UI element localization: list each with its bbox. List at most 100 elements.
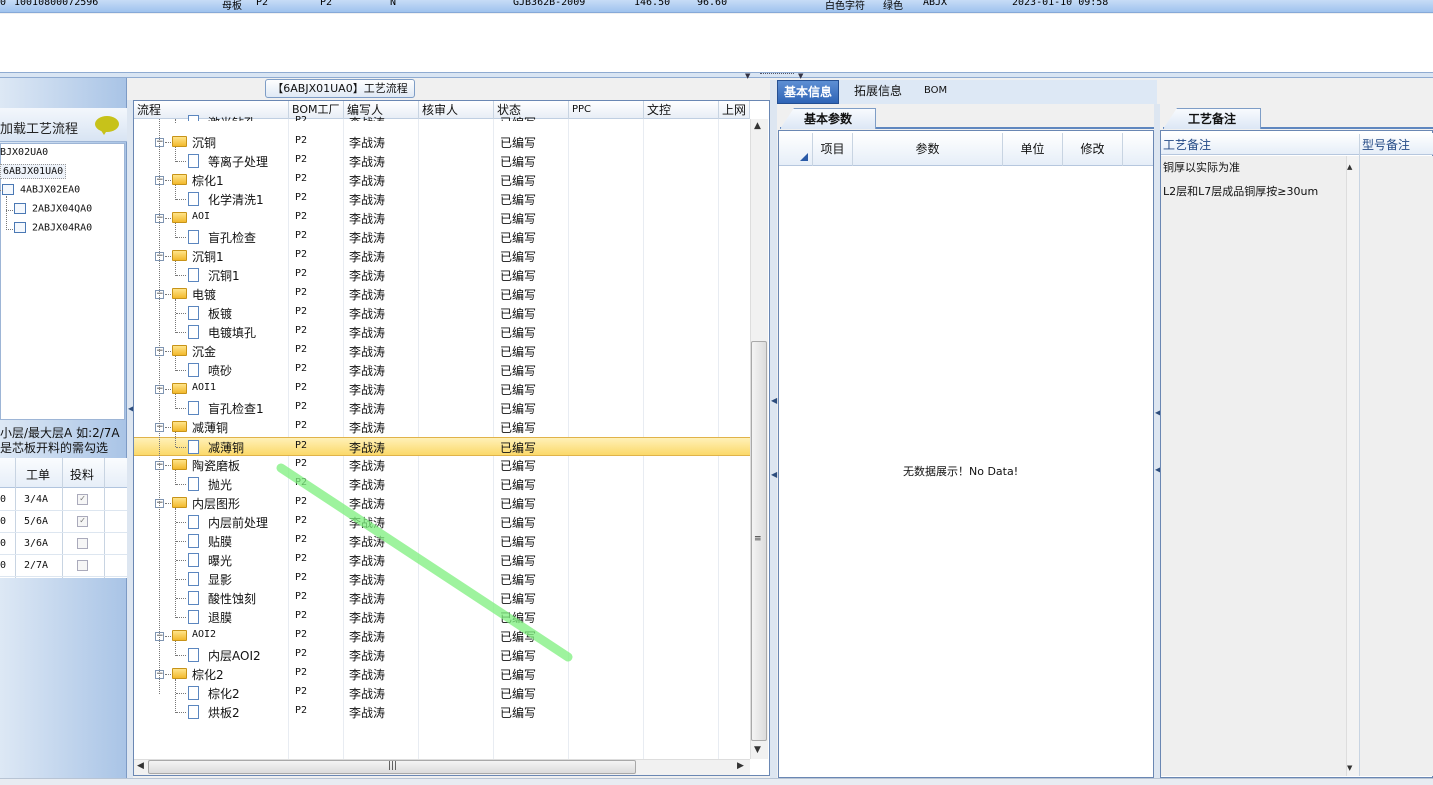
- process-row[interactable]: − 沉金 P2 李战涛 已编写: [134, 342, 750, 361]
- middle-splitter[interactable]: [770, 80, 777, 778]
- process-row[interactable]: − 沉铜1 P2 李战涛 已编写: [134, 247, 750, 266]
- process-row[interactable]: − AOI P2 李战涛 已编写: [134, 209, 750, 228]
- model-note-cell[interactable]: [1360, 156, 1433, 776]
- process-row[interactable]: 喷砂 P2 李战涛 已编写: [134, 361, 750, 380]
- load-process-label[interactable]: 加载工艺流程: [0, 118, 78, 137]
- tree-node[interactable]: 4ABJX02EA0: [2, 184, 80, 196]
- feed-checkbox[interactable]: [77, 538, 88, 549]
- process-row[interactable]: 内层前处理 P2 李战涛 已编写: [134, 513, 750, 532]
- basic-params-grid[interactable]: [778, 130, 1154, 778]
- column-header-feed[interactable]: 投料: [70, 466, 94, 483]
- process-row[interactable]: 化学清洗1 P2 李战涛 已编写: [134, 190, 750, 209]
- tree-node-selected[interactable]: 6ABJX01UA0: [0, 164, 67, 179]
- job-row[interactable]: 0 2/7A: [0, 555, 127, 577]
- status-cell: 已编写: [500, 441, 537, 455]
- splitter-grip[interactable]: [760, 73, 794, 76]
- splitter-arrow-icon[interactable]: ▼: [745, 72, 750, 80]
- feed-checkbox[interactable]: ✓: [77, 494, 88, 505]
- column-header-param[interactable]: 参数: [853, 133, 1003, 166]
- job-row[interactable]: 0 3/4A ✓: [0, 489, 127, 511]
- process-row[interactable]: 贴膜 P2 李战涛 已编写: [134, 532, 750, 551]
- job-grid-header: [0, 458, 127, 488]
- tab-bom[interactable]: BOM: [918, 80, 953, 104]
- column-header-unit[interactable]: 单位: [1003, 133, 1063, 166]
- tree-node[interactable]: 2ABJX04RA0: [14, 222, 92, 234]
- process-row[interactable]: − 沉铜 P2 李战涛 已编写: [134, 133, 750, 152]
- process-row[interactable]: 显影 P2 李战涛 已编写: [134, 570, 750, 589]
- process-name: 电镀填孔: [208, 326, 257, 340]
- collapse-arrow-icon[interactable]: ◀: [771, 396, 777, 405]
- column-header-modify[interactable]: 修改: [1063, 133, 1123, 166]
- process-row[interactable]: 烘板2 P2 李战涛 已编写: [134, 703, 750, 722]
- tab-basic-params[interactable]: 基本参数: [780, 108, 876, 129]
- horizontal-splitter[interactable]: [0, 72, 1433, 78]
- scroll-up-icon[interactable]: ▲: [1347, 163, 1352, 171]
- writer-cell: 李战涛: [349, 649, 386, 663]
- process-row[interactable]: 电镀填孔 P2 李战涛 已编写: [134, 323, 750, 342]
- feed-checkbox[interactable]: [77, 560, 88, 571]
- scroll-left-icon[interactable]: ◀: [137, 761, 144, 771]
- scroll-down-icon[interactable]: ▼: [1347, 764, 1352, 772]
- process-row[interactable]: 抛光 P2 李战涛 已编写: [134, 475, 750, 494]
- document-icon: [188, 230, 199, 244]
- writer-cell: 李战涛: [349, 155, 386, 169]
- tab-extended-info[interactable]: 拓展信息: [848, 80, 908, 104]
- speech-bubble-icon[interactable]: [95, 116, 119, 135]
- process-row[interactable]: − AOI2 P2 李战涛 已编写: [134, 627, 750, 646]
- process-row[interactable]: 内层AOI2 P2 李战涛 已编写: [134, 646, 750, 665]
- column-header-process-note[interactable]: 工艺备注: [1163, 136, 1211, 153]
- process-row[interactable]: 等离子处理 P2 李战涛 已编写: [134, 152, 750, 171]
- bom-cell: P2: [295, 344, 308, 355]
- process-name: 内层AOI2: [208, 649, 261, 663]
- process-row[interactable]: 酸性蚀刻 P2 李战涛 已编写: [134, 589, 750, 608]
- note-scrollbar[interactable]: [1346, 156, 1359, 776]
- tab-process-notes[interactable]: 工艺备注: [1163, 108, 1261, 129]
- column-header-item[interactable]: 项目: [813, 133, 853, 166]
- tree-node[interactable]: BJX02UA0: [0, 147, 48, 158]
- scroll-up-icon[interactable]: ▲: [754, 121, 761, 131]
- collapse-arrow-icon[interactable]: ◀: [771, 470, 777, 479]
- splitter-arrow-icon[interactable]: ▼: [798, 72, 803, 80]
- process-row[interactable]: 盲孔检查1 P2 李战涛 已编写: [134, 399, 750, 418]
- bom-cell: P2: [295, 401, 308, 412]
- layer-hint: 小层/最大层A 如:2/7A 是芯板开料的需勾选: [0, 426, 127, 456]
- scroll-right-icon[interactable]: ▶: [737, 761, 744, 771]
- process-row[interactable]: − 电镀 P2 李战涛 已编写: [134, 285, 750, 304]
- scroll-down-icon[interactable]: ▼: [754, 745, 761, 755]
- process-row[interactable]: 棕化2 P2 李战涛 已编写: [134, 684, 750, 703]
- process-row[interactable]: 沉铜1 P2 李战涛 已编写: [134, 266, 750, 285]
- feed-checkbox[interactable]: ✓: [77, 516, 88, 527]
- tree-node[interactable]: 2ABJX04QA0: [14, 203, 92, 215]
- column-header-job[interactable]: 工单: [26, 466, 50, 483]
- folder-icon: [172, 345, 187, 356]
- process-row[interactable]: − 内层图形 P2 李战涛 已编写: [134, 494, 750, 513]
- process-row[interactable]: 盲孔检查 P2 李战涛 已编写: [134, 228, 750, 247]
- column-header-model-note[interactable]: 型号备注: [1362, 136, 1410, 153]
- process-note-cell[interactable]: [1161, 156, 1346, 776]
- process-row[interactable]: − AOI1 P2 李战涛 已编写: [134, 380, 750, 399]
- process-row[interactable]: 激光钻孔 P2 李战涛 已编写: [134, 113, 750, 121]
- writer-cell: 李战涛: [349, 231, 386, 245]
- process-row[interactable]: 板镀 P2 李战涛 已编写: [134, 304, 750, 323]
- job-row[interactable]: 0 3/6A: [0, 533, 127, 555]
- status-cell: 已编写: [500, 155, 537, 169]
- top-record-row[interactable]: 0 10010800072596 母板 P2 P2 N GJB362B-2009…: [0, 0, 1433, 13]
- process-row[interactable]: − 棕化1 P2 李战涛 已编写: [134, 171, 750, 190]
- status-cell: 已编写: [500, 269, 537, 283]
- row-cell: 0: [0, 560, 7, 571]
- document-icon: [188, 306, 199, 320]
- top-cell: 2023-01-10 09:58: [1012, 0, 1109, 8]
- status-cell: 已编写: [500, 573, 537, 587]
- process-row-selected[interactable]: 减薄铜 P2 李战涛 已编写: [134, 437, 750, 456]
- process-row[interactable]: − 减薄铜 P2 李战涛 已编写: [134, 418, 750, 437]
- process-row[interactable]: 曝光 P2 李战涛 已编写: [134, 551, 750, 570]
- writer-cell: 李战涛: [349, 136, 386, 150]
- tab-basic-info[interactable]: 基本信息: [777, 80, 840, 104]
- process-name: AOI2: [192, 629, 217, 640]
- job-row[interactable]: 0 5/6A ✓: [0, 511, 127, 533]
- process-row[interactable]: − 陶瓷磨板 P2 李战涛 已编写: [134, 456, 750, 475]
- process-row[interactable]: − 棕化2 P2 李战涛 已编写: [134, 665, 750, 684]
- bom-cell: P2: [295, 610, 308, 621]
- folder-icon: [172, 250, 187, 261]
- process-row[interactable]: 退膜 P2 李战涛 已编写: [134, 608, 750, 627]
